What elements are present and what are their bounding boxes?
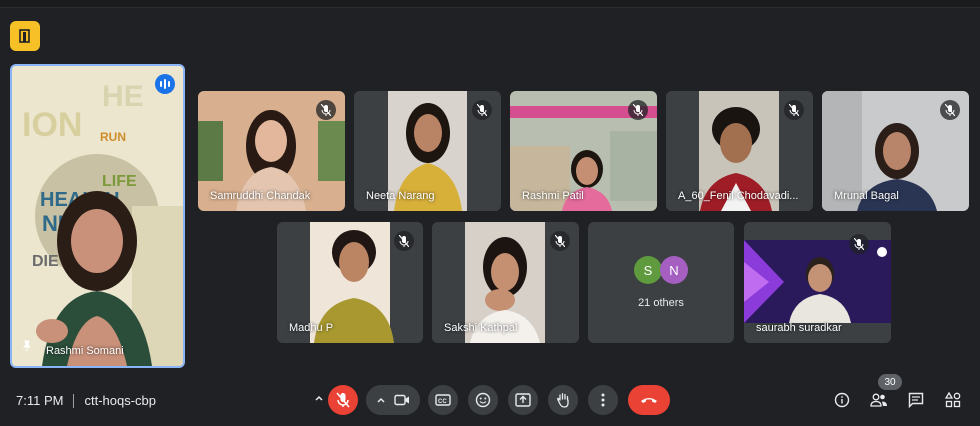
others-count-label: 21 others bbox=[638, 297, 684, 309]
mic-toggle-button[interactable] bbox=[328, 385, 358, 415]
divider bbox=[73, 393, 75, 408]
mic-off-icon bbox=[336, 392, 350, 408]
participant-tile[interactable]: Sakshi Kathpal bbox=[432, 222, 579, 343]
participant-name: Sakshi Kathpal bbox=[444, 322, 518, 334]
participant-tile[interactable]: Neeta Narang bbox=[354, 91, 501, 211]
participant-name: Rashmi Somani bbox=[46, 345, 124, 357]
activities-button[interactable] bbox=[938, 385, 968, 415]
captions-icon: CC bbox=[435, 394, 451, 406]
mic-off-icon bbox=[394, 231, 414, 251]
participant-name: Mrunal Bagal bbox=[834, 190, 899, 202]
end-call-icon bbox=[641, 398, 657, 403]
meeting-time: 7:11 PM bbox=[16, 393, 64, 408]
meeting-app-icon[interactable] bbox=[10, 21, 40, 51]
participant-tile[interactable]: A_60_Fenil Chodavadi... bbox=[666, 91, 813, 211]
mic-off-icon bbox=[472, 100, 492, 120]
more-options-button[interactable] bbox=[588, 385, 618, 415]
participant-count-badge: 30 bbox=[878, 374, 902, 390]
meeting-details-button[interactable] bbox=[827, 385, 857, 415]
emoji-icon bbox=[475, 392, 491, 408]
meeting-info: 7:11 PM ctt-hoqs-cbp bbox=[16, 393, 156, 408]
present-button[interactable] bbox=[508, 385, 538, 415]
participant-name: Neeta Narang bbox=[366, 190, 435, 202]
pin-icon[interactable] bbox=[21, 339, 33, 357]
speaking-indicator bbox=[155, 74, 175, 94]
leave-call-button[interactable] bbox=[628, 385, 670, 415]
reactions-button[interactable] bbox=[468, 385, 498, 415]
participant-tile[interactable]: Samruddhi Chandak bbox=[198, 91, 345, 211]
captions-button[interactable]: CC bbox=[428, 385, 458, 415]
more-icon bbox=[601, 393, 605, 407]
mic-off-icon bbox=[550, 231, 570, 251]
participant-tile[interactable]: Madhu P bbox=[277, 222, 423, 343]
mic-off-icon bbox=[849, 234, 869, 254]
audio-options-chevron-icon[interactable] bbox=[314, 393, 324, 403]
participant-name: A_60_Fenil Chodavadi... bbox=[678, 190, 799, 202]
mic-off-icon bbox=[628, 100, 648, 120]
avatar: N bbox=[660, 256, 688, 284]
hand-icon bbox=[557, 393, 569, 408]
participant-tile[interactable]: Mrunal Bagal bbox=[822, 91, 969, 211]
camera-toggle-button[interactable] bbox=[366, 385, 420, 415]
people-icon bbox=[870, 393, 887, 407]
svg-text:LIFE: LIFE bbox=[102, 173, 137, 190]
others-tile[interactable]: S N 21 others bbox=[588, 222, 734, 343]
present-icon bbox=[515, 393, 531, 407]
info-icon bbox=[834, 392, 850, 408]
svg-text:HE: HE bbox=[102, 80, 144, 113]
meeting-code[interactable]: ctt-hoqs-cbp bbox=[84, 393, 156, 408]
mic-off-icon bbox=[316, 100, 336, 120]
main-speaker-tile[interactable]: ION HE HEALTH NUTR LIFE RUN DIE Rashmi S… bbox=[10, 64, 185, 368]
bottom-toolbar: 7:11 PM ctt-hoqs-cbp CC bbox=[0, 383, 980, 419]
camera-icon bbox=[394, 394, 409, 406]
participant-name: saurabh suradkar bbox=[756, 322, 842, 334]
avatar: S bbox=[634, 256, 662, 284]
video-feed: ION HE HEALTH NUTR LIFE RUN DIE bbox=[12, 66, 183, 366]
video-options-chevron-icon bbox=[377, 397, 385, 403]
chat-icon bbox=[908, 392, 924, 408]
svg-text:CC: CC bbox=[438, 399, 447, 405]
svg-text:ION: ION bbox=[22, 106, 82, 144]
chat-button[interactable] bbox=[901, 385, 931, 415]
mic-off-icon bbox=[940, 100, 960, 120]
participant-tile[interactable]: Rashmi Patil bbox=[510, 91, 657, 211]
top-edge bbox=[0, 0, 980, 8]
participant-tile[interactable]: saurabh suradkar bbox=[744, 222, 891, 343]
svg-text:RUN: RUN bbox=[100, 130, 126, 144]
door-icon bbox=[19, 29, 30, 43]
mic-off-icon bbox=[784, 100, 804, 120]
participant-name: Rashmi Patil bbox=[522, 190, 584, 202]
svg-text:DIE: DIE bbox=[32, 253, 59, 270]
participant-name: Madhu P bbox=[289, 322, 334, 334]
participant-name: Samruddhi Chandak bbox=[210, 190, 311, 202]
activities-icon bbox=[945, 392, 961, 408]
raise-hand-button[interactable] bbox=[548, 385, 578, 415]
